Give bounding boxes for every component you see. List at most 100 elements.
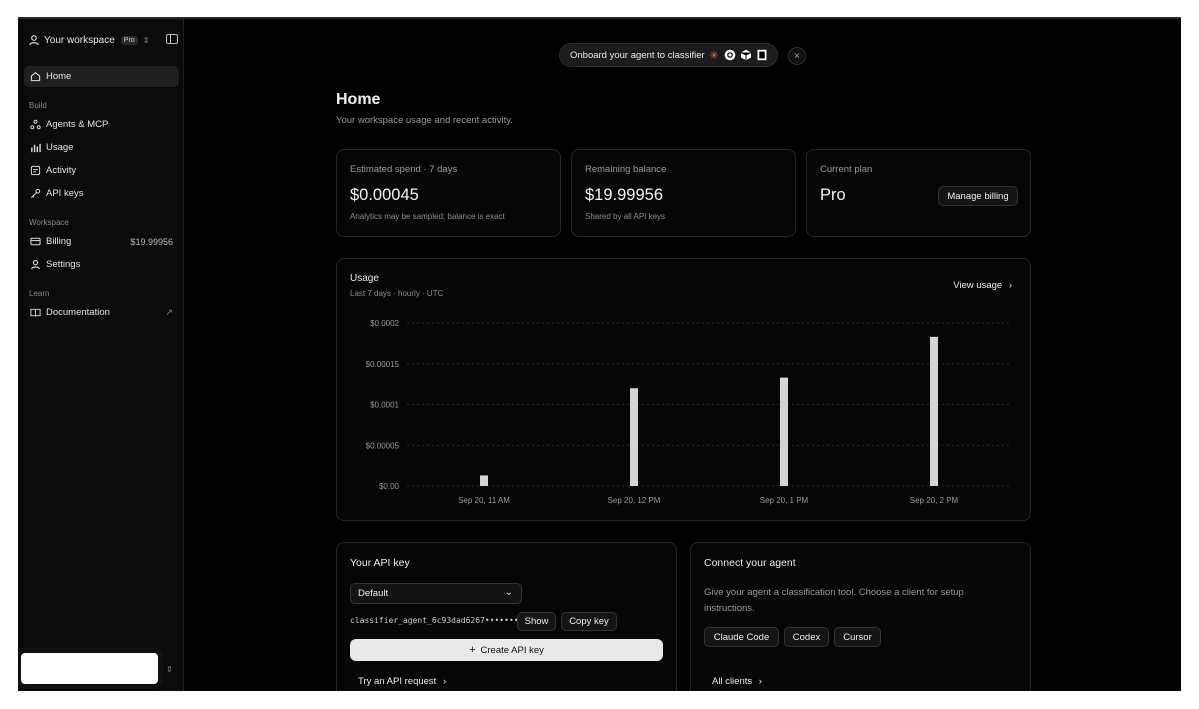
api-key-card: Your API key Default ⌄ classifier_agent_…: [336, 542, 677, 691]
spend-label: Estimated spend · 7 days: [350, 164, 458, 175]
api-key-title: Your API key: [350, 557, 410, 569]
y-tick-label: $0.00015: [366, 360, 400, 369]
chart-bar: [930, 336, 938, 486]
chevron-updown-icon: ⇕: [142, 35, 150, 45]
api-key-value: classifier_agent_6c93dad6267••••••••: [350, 616, 524, 625]
balance-label: Remaining balance: [585, 164, 667, 175]
connect-description: Give your agent a classification tool. C…: [704, 587, 964, 614]
balance-value: $19.99956: [585, 186, 663, 204]
page-subtitle: Your workspace usage and recent activity…: [336, 115, 513, 126]
chart-bar: [480, 475, 488, 486]
external-link-icon: ↗: [165, 307, 173, 317]
sidebar-item-label: Agents & MCP: [46, 119, 109, 130]
sidebar: Your workspace Pro ⇕ Home Build Agents &…: [18, 19, 184, 691]
cursor-icon: [756, 49, 769, 62]
sidebar-item-label: Usage: [46, 142, 74, 153]
sidebar-item-label: Home: [46, 71, 72, 82]
sidebar-item-label: Documentation: [46, 307, 110, 318]
plus-icon: +: [469, 644, 476, 656]
spend-note: Analytics may be sampled; balance is exa…: [350, 212, 505, 221]
plan-label: Current plan: [820, 164, 873, 175]
plan-badge: Pro: [120, 35, 138, 45]
usage-chart: $0.0002 $0.00015 $0.0001 $0.00005 $0.00 Sep 2…: [366, 319, 1012, 505]
home-icon: [30, 71, 41, 82]
sidebar-item-billing[interactable]: Billing $19.99956: [24, 231, 179, 252]
chevron-right-icon: ›: [758, 676, 762, 687]
sidebar-item-usage[interactable]: Usage: [24, 137, 179, 158]
app-window: Your workspace Pro ⇕ Home Build Agents &…: [18, 17, 1181, 691]
cube-icon: [740, 49, 753, 62]
sidebar-item-settings[interactable]: Settings: [24, 254, 179, 275]
client-claude-code-button[interactable]: Claude Code: [704, 627, 779, 647]
x-tick-label: Sep 20, 1 PM: [760, 496, 809, 505]
api-key-select-value: Default: [358, 588, 389, 599]
banner-text: Onboard your agent to classifier: [570, 49, 705, 61]
chevron-right-icon: ›: [442, 676, 447, 687]
all-clients-link[interactable]: All clients ›: [712, 676, 762, 687]
sidebar-item-label: Billing: [46, 236, 72, 247]
copy-key-button[interactable]: Copy key: [561, 612, 617, 631]
usage-subtitle: Last 7 days · hourly · UTC: [350, 289, 444, 298]
spend-value: $0.00045: [350, 186, 419, 204]
page-title: Home: [336, 91, 381, 108]
sidebar-item-api-keys[interactable]: API keys: [24, 183, 179, 204]
activity-icon: [30, 165, 41, 176]
show-key-button[interactable]: Show: [517, 612, 556, 631]
banner-close-button[interactable]: ×: [788, 47, 806, 65]
y-tick-label: $0.00: [379, 482, 400, 491]
usage-title: Usage: [350, 273, 379, 284]
connect-agent-card: Connect your agent Give your agent a cla…: [690, 542, 1031, 691]
all-clients-label: All clients: [712, 676, 753, 687]
x-tick-label: Sep 20, 11 AM: [458, 496, 510, 505]
x-tick-label: Sep 20, 12 PM: [608, 496, 661, 505]
user-account-button[interactable]: [18, 648, 163, 689]
create-api-key-button[interactable]: + Create API key: [350, 639, 663, 661]
sidebar-toggle-icon[interactable]: [166, 34, 178, 44]
usage-icon: [31, 143, 41, 153]
y-tick-label: $0.0001: [370, 401, 399, 410]
y-tick-label: $0.00005: [366, 441, 400, 450]
workspace-name: Your workspace: [44, 34, 115, 46]
onboard-banner[interactable]: Onboard your agent to classifier ✳: [559, 43, 778, 67]
billing-balance: $19.99956: [130, 236, 173, 247]
balance-card: Remaining balance $19.99956 Shared by al…: [571, 149, 796, 237]
sidebar-item-label: Activity: [46, 165, 77, 176]
key-icon: [31, 188, 41, 198]
view-usage-link[interactable]: View usage ›: [953, 280, 1012, 291]
manage-billing-button[interactable]: Manage billing: [938, 186, 1018, 206]
view-usage-label: View usage: [953, 280, 1003, 291]
claude-icon: ✳: [709, 49, 719, 62]
try-api-request-label: Try an API request: [358, 676, 437, 687]
sidebar-item-activity[interactable]: Activity: [24, 160, 179, 181]
card-icon: [30, 237, 41, 246]
try-api-request-link[interactable]: Try an API request ›: [358, 676, 446, 687]
chevron-down-icon: ⌄: [504, 587, 513, 598]
plan-card: Current plan Pro Manage billing: [806, 149, 1031, 237]
usage-card: $0.0002 $0.00015 $0.0001 $0.00005 $0.00 Sep 2…: [336, 258, 1031, 521]
plan-value: Pro: [820, 186, 846, 204]
sidebar-item-home[interactable]: Home: [24, 66, 179, 87]
client-cursor-button[interactable]: Cursor: [834, 627, 881, 647]
section-label: Workspace: [29, 218, 69, 227]
chart-bar: [780, 377, 788, 486]
api-key-select[interactable]: Default ⌄: [350, 583, 522, 604]
client-codex-button[interactable]: Codex: [784, 627, 829, 647]
y-tick-label: $0.0002: [370, 319, 399, 328]
sidebar-item-documentation[interactable]: Documentation ↗: [24, 302, 179, 323]
agents-icon: [30, 119, 41, 130]
sidebar-item-label: Settings: [46, 259, 81, 270]
person-icon: [29, 35, 39, 46]
spend-card: Estimated spend · 7 days $0.00045 Analyt…: [336, 149, 561, 237]
person-icon: [31, 260, 40, 270]
create-api-key-label: Create API key: [480, 644, 544, 656]
sidebar-item-agents[interactable]: Agents & MCP: [24, 114, 179, 135]
section-label: Learn: [29, 289, 50, 298]
chart-bar: [630, 388, 638, 486]
chevron-updown-icon: ⇕: [166, 665, 173, 674]
openai-icon: [724, 49, 737, 62]
workspace-switcher[interactable]: Your workspace Pro ⇕: [28, 32, 178, 48]
section-label: Build: [29, 101, 47, 110]
sidebar-item-label: API keys: [46, 188, 84, 199]
chevron-right-icon: ›: [1008, 280, 1012, 291]
book-icon: [30, 308, 41, 317]
